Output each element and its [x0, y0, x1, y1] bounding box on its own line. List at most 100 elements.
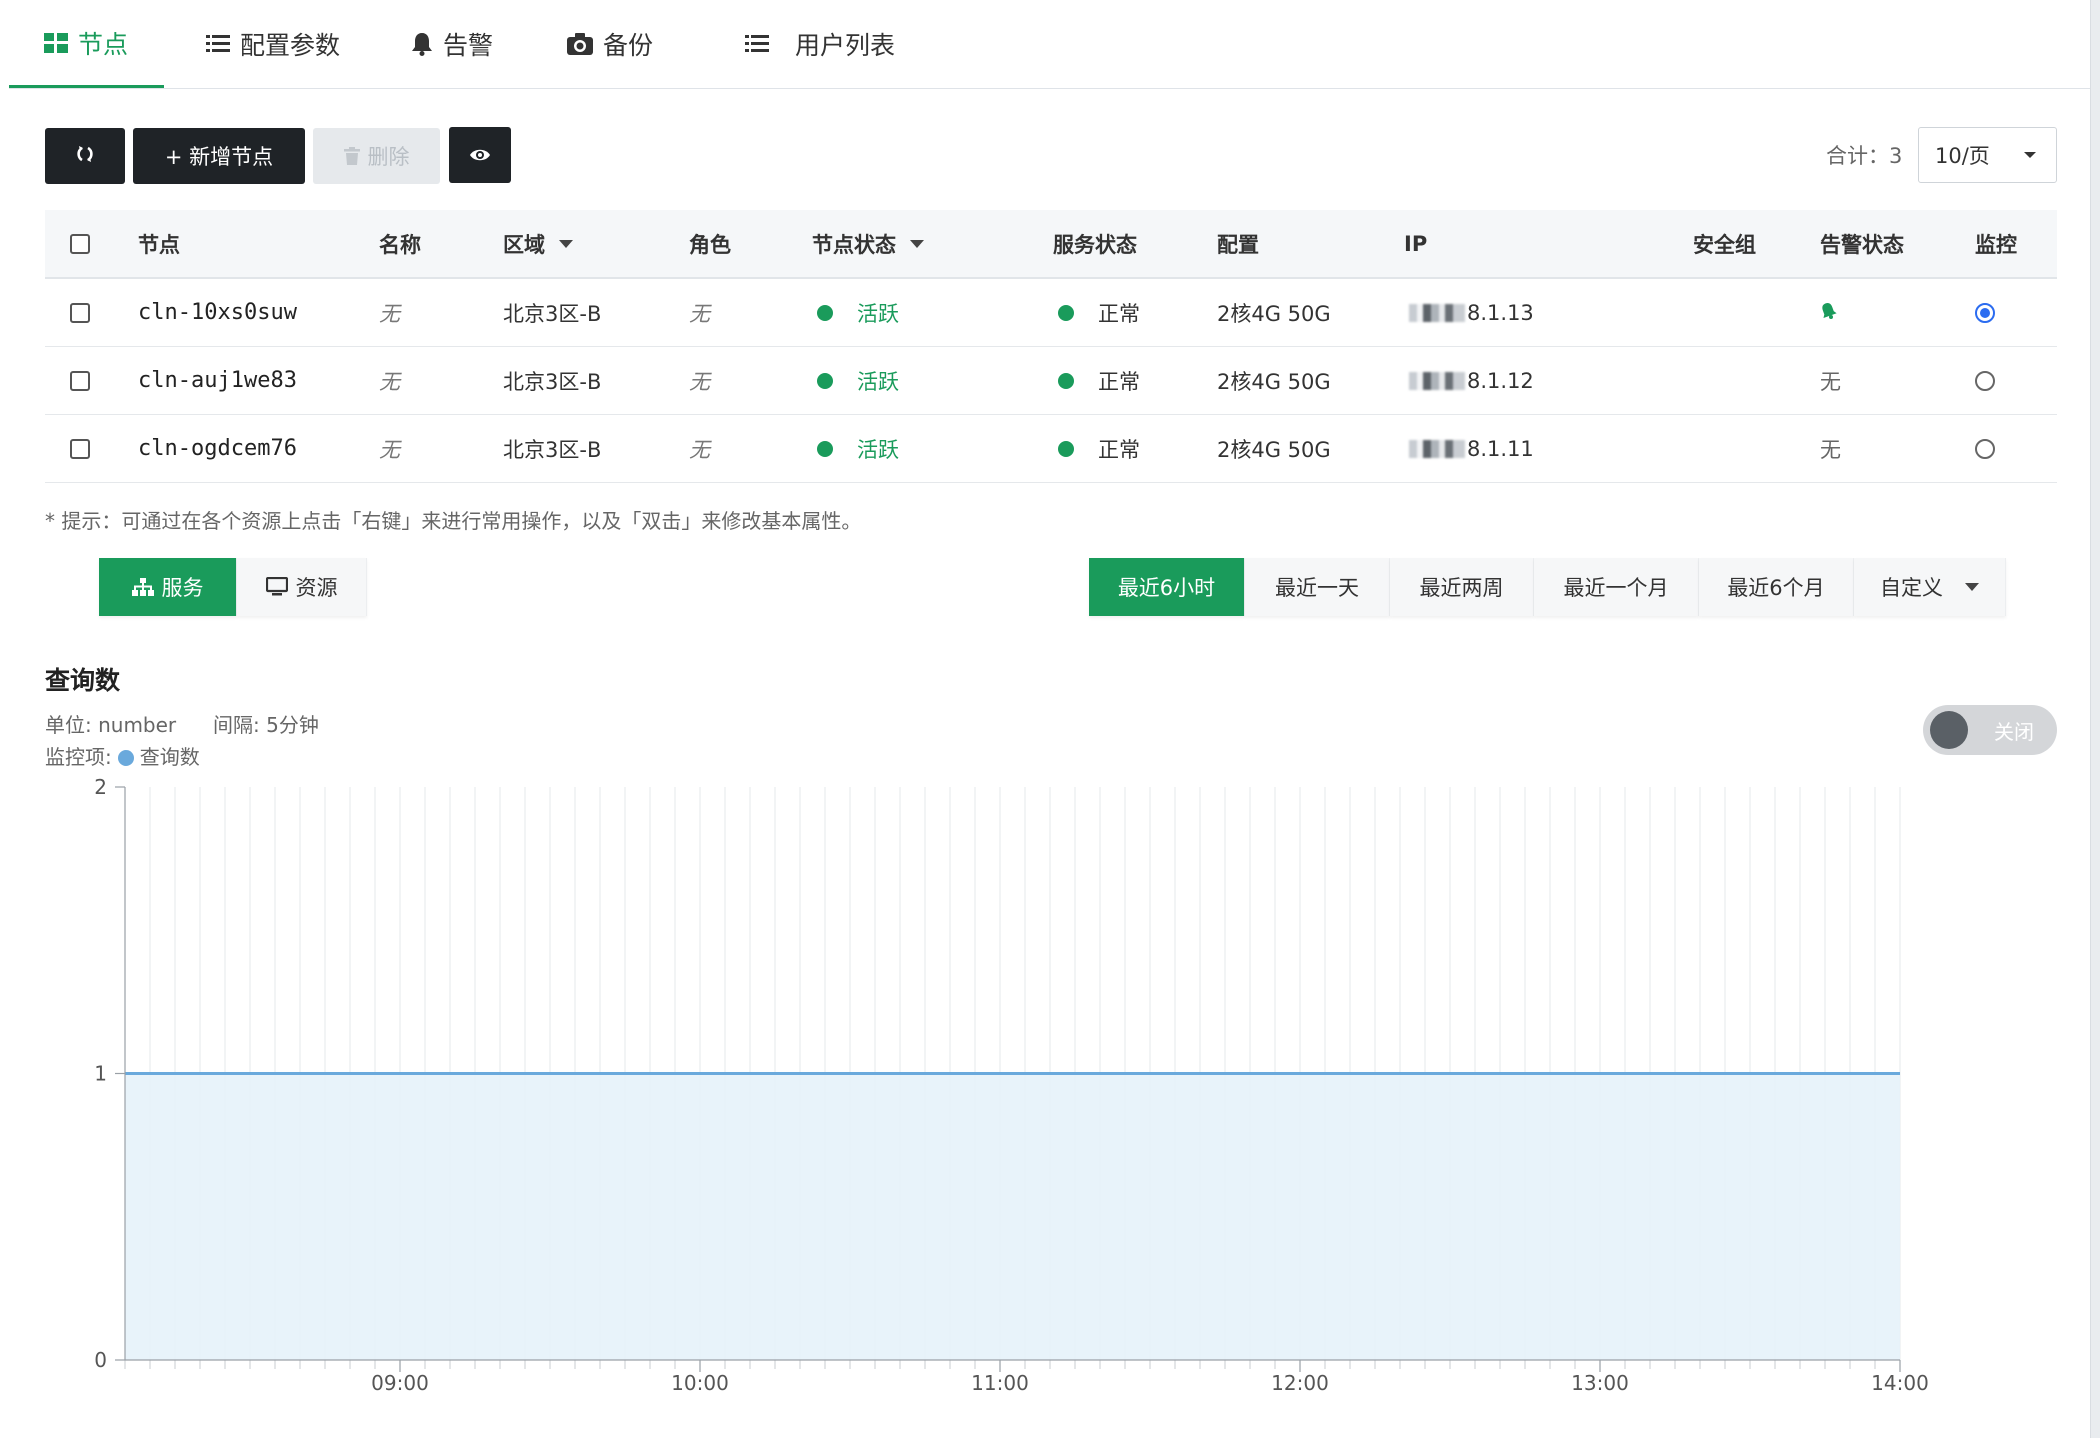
- monitor-radio[interactable]: [1975, 347, 1995, 414]
- chevron-down-icon: [1965, 583, 1979, 591]
- service-status: 正常: [1058, 279, 1140, 346]
- tab-label: 备份: [603, 31, 654, 60]
- range-2w[interactable]: 最近两周: [1390, 558, 1534, 616]
- node-table: 节点 名称 区域 角色 节点状态 服务状态 配置 IP 安全组 告警状态 监控 …: [45, 210, 2057, 483]
- col-region[interactable]: 区域: [503, 210, 573, 277]
- select-all-checkbox[interactable]: [70, 210, 90, 277]
- view-tab-services[interactable]: 服务: [99, 558, 237, 616]
- tab-label: 告警: [443, 31, 494, 60]
- range-1m[interactable]: 最近一个月: [1534, 558, 1699, 616]
- node-role: 无: [689, 369, 710, 394]
- node-status-text: 活跃: [857, 437, 899, 462]
- x-tick-label: 13:00: [1571, 1371, 1629, 1395]
- node-name: 无: [379, 369, 400, 394]
- list-icon: [745, 34, 769, 54]
- tab-label: 配置参数: [240, 31, 341, 60]
- range-custom-label: 自定义: [1880, 576, 1943, 600]
- trash-icon: [343, 147, 360, 165]
- tab-user-list[interactable]: 用户列表: [697, 0, 947, 88]
- node-region: 北京3区-B: [503, 369, 602, 394]
- delete-label: 删除: [367, 145, 410, 169]
- col-security-group[interactable]: 安全组: [1693, 210, 1756, 277]
- tab-label: 节点: [78, 29, 129, 59]
- bell-icon: [411, 32, 433, 56]
- row-checkbox[interactable]: [70, 347, 90, 414]
- tab-backup[interactable]: 备份: [525, 0, 697, 88]
- table-row[interactable]: cln-ogdcem76 无 北京3区-B 无 活跃 正常 2核4G 50G 8…: [45, 415, 2057, 483]
- series-area: [125, 1073, 1900, 1360]
- monitor-radio[interactable]: [1975, 415, 1995, 482]
- filter-caret-icon[interactable]: [559, 239, 573, 248]
- camera-icon: [567, 33, 593, 55]
- row-checkbox[interactable]: [70, 415, 90, 482]
- toggle-knob: [1930, 711, 1968, 749]
- grid-icon: [44, 32, 68, 53]
- x-tick-label: 12:00: [1271, 1371, 1329, 1395]
- service-status-text: 正常: [1098, 437, 1140, 462]
- node-ip: 8.1.13: [1409, 279, 1534, 346]
- chart-interval: 间隔: 5分钟: [213, 713, 319, 737]
- redacted-ip-prefix: [1409, 371, 1465, 390]
- refresh-icon: [75, 144, 95, 169]
- node-config: 2核4G 50G: [1217, 437, 1331, 462]
- col-node-status[interactable]: 节点状态: [812, 210, 924, 277]
- view-toggle-button[interactable]: [449, 127, 511, 183]
- node-status: 活跃: [817, 415, 899, 482]
- tab-label: 用户列表: [795, 31, 896, 60]
- node-name: 无: [379, 437, 400, 462]
- view-tab-resources[interactable]: 资源: [237, 558, 367, 616]
- col-ip[interactable]: IP: [1404, 210, 1427, 277]
- col-monitor[interactable]: 监控: [1975, 210, 2017, 277]
- tab-nodes[interactable]: 节点: [9, 0, 164, 88]
- page: 节点 配置参数 告警 备份 用户列表 + 新增节点 删除 合计：3 10/页 节…: [0, 0, 2091, 1438]
- add-node-button[interactable]: + 新增节点: [133, 128, 305, 184]
- range-6h[interactable]: 最近6小时: [1089, 558, 1245, 616]
- status-dot: [1058, 372, 1074, 389]
- range-1d[interactable]: 最近一天: [1245, 558, 1390, 616]
- chart-toggle[interactable]: 关闭: [1923, 705, 2057, 755]
- col-service-status[interactable]: 服务状态: [1053, 210, 1137, 277]
- node-region: 北京3区-B: [503, 301, 602, 326]
- refresh-button[interactable]: [45, 128, 125, 184]
- service-status-text: 正常: [1098, 369, 1140, 394]
- service-status: 正常: [1058, 415, 1140, 482]
- chart-unit: 单位: number: [45, 713, 177, 737]
- node-status: 活跃: [817, 279, 899, 346]
- tab-alarms[interactable]: 告警: [369, 0, 525, 88]
- filter-caret-icon[interactable]: [910, 239, 924, 248]
- row-checkbox[interactable]: [70, 279, 90, 346]
- service-status: 正常: [1058, 347, 1140, 414]
- ip-suffix: 8.1.13: [1467, 300, 1534, 325]
- y-tick-label: 1: [94, 1062, 107, 1086]
- total-count: 合计：3: [1826, 144, 1903, 168]
- monitor-radio[interactable]: [1975, 279, 1995, 346]
- table-row[interactable]: cln-auj1we83 无 北京3区-B 无 活跃 正常 2核4G 50G 8…: [45, 347, 2057, 415]
- page-size-select[interactable]: 10/页: [1918, 127, 2057, 183]
- alarm-status: [1820, 279, 1840, 346]
- col-config[interactable]: 配置: [1217, 210, 1259, 277]
- tab-bar: 节点 配置参数 告警 备份 用户列表: [9, 0, 2090, 89]
- delete-button[interactable]: 删除: [313, 128, 440, 184]
- redacted-ip-prefix: [1409, 303, 1465, 322]
- range-custom[interactable]: 自定义: [1854, 558, 2006, 616]
- node-status-text: 活跃: [857, 369, 899, 394]
- node-status: 活跃: [817, 347, 899, 414]
- node-id: cln-10xs0suw: [138, 300, 297, 325]
- col-alarm-status[interactable]: 告警状态: [1820, 210, 1904, 277]
- node-name: 无: [379, 301, 400, 326]
- tab-config-params[interactable]: 配置参数: [164, 0, 369, 88]
- toggle-label: 关闭: [1994, 719, 2034, 744]
- node-id: cln-auj1we83: [138, 368, 297, 393]
- node-config: 2核4G 50G: [1217, 369, 1331, 394]
- status-dot: [817, 440, 833, 457]
- bell-ringing-icon: [1820, 301, 1840, 325]
- node-region: 北京3区-B: [503, 437, 602, 462]
- col-node[interactable]: 节点: [138, 210, 180, 277]
- view-tab-label: 服务: [161, 576, 204, 600]
- col-role[interactable]: 角色: [689, 210, 731, 277]
- table-row[interactable]: cln-10xs0suw 无 北京3区-B 无 活跃 正常 2核4G 50G 8…: [45, 279, 2057, 347]
- range-6m[interactable]: 最近6个月: [1699, 558, 1854, 616]
- node-role: 无: [689, 301, 710, 326]
- col-name[interactable]: 名称: [379, 210, 421, 277]
- alarm-status: 无: [1820, 369, 1841, 394]
